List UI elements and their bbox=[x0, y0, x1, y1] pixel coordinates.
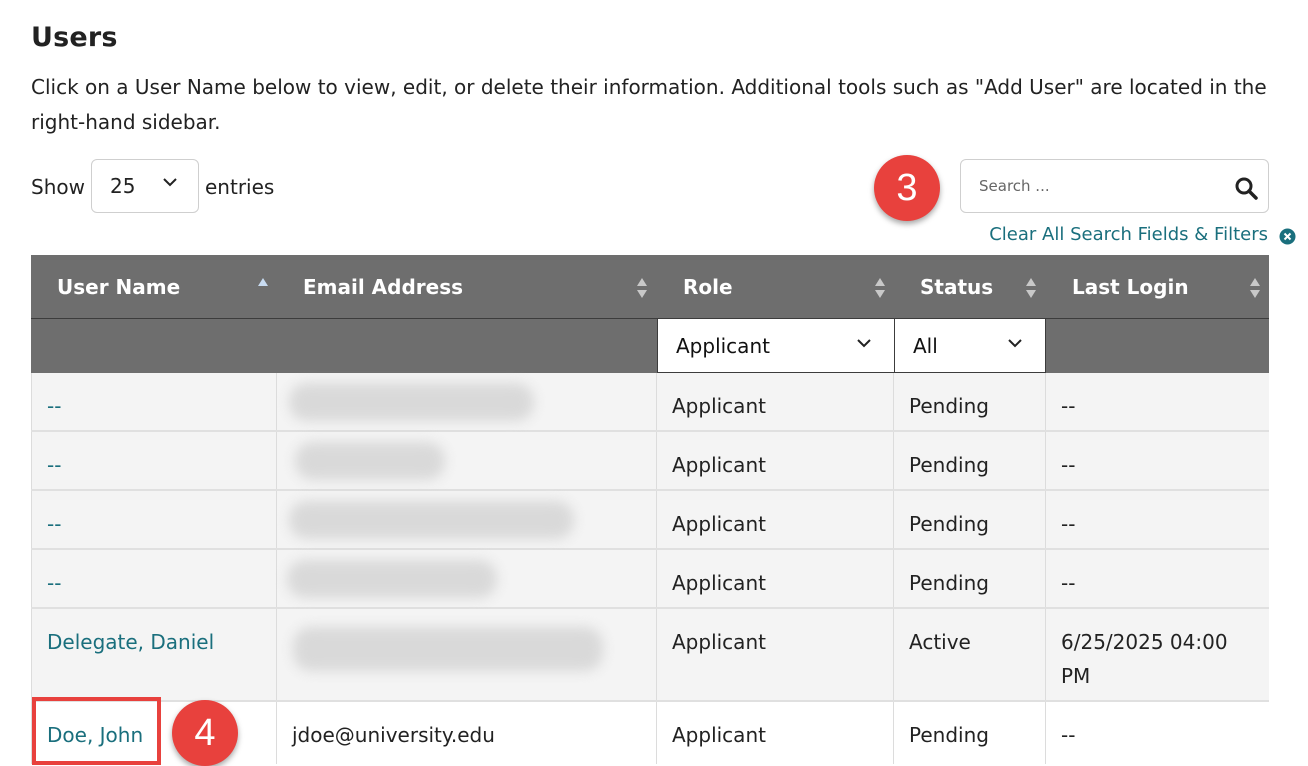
user-name-link[interactable]: -- bbox=[47, 571, 61, 595]
user-name-cell: Delegate, Daniel bbox=[31, 609, 276, 700]
redacted-email bbox=[293, 627, 603, 671]
search-input[interactable] bbox=[977, 174, 1227, 198]
highlight-callout bbox=[32, 697, 161, 765]
redacted-email bbox=[289, 383, 534, 421]
search-icon[interactable] bbox=[1234, 176, 1258, 200]
table-row: -- Applicant Pending -- bbox=[31, 373, 1269, 432]
email-cell: jdoe@university.edu bbox=[276, 702, 656, 764]
clear-filters-link[interactable]: Clear All Search Fields & Filters bbox=[989, 224, 1296, 245]
status-filter-select[interactable]: All bbox=[894, 319, 1046, 373]
user-name-cell: -- bbox=[31, 491, 276, 548]
table-row: -- Applicant Pending -- bbox=[31, 550, 1269, 609]
user-name-link[interactable]: -- bbox=[47, 512, 61, 536]
status-cell: Pending bbox=[893, 550, 1045, 607]
email-cell bbox=[276, 550, 656, 607]
table-header: User Name Email Address Role Status Last… bbox=[31, 255, 1269, 319]
status-filter-value: All bbox=[913, 333, 938, 358]
role-cell: Applicant bbox=[656, 550, 893, 607]
status-cell: Pending bbox=[893, 432, 1045, 489]
sort-icon bbox=[875, 278, 885, 298]
status-cell: Active bbox=[893, 609, 1045, 700]
role-filter-value: Applicant bbox=[676, 333, 770, 358]
last-login-cell: -- bbox=[1045, 491, 1269, 548]
column-header-label: Last Login bbox=[1072, 275, 1189, 299]
user-name-cell: -- bbox=[31, 550, 276, 607]
show-label: Show bbox=[31, 175, 85, 199]
status-cell: Pending bbox=[893, 491, 1045, 548]
user-name-link[interactable]: Delegate, Daniel bbox=[47, 630, 214, 654]
status-cell: Pending bbox=[893, 373, 1045, 430]
column-header-status[interactable]: Status bbox=[920, 255, 993, 319]
email-cell bbox=[276, 432, 656, 489]
user-name-link[interactable]: -- bbox=[47, 394, 61, 418]
table-row: -- Applicant Pending -- bbox=[31, 491, 1269, 550]
email-cell bbox=[276, 491, 656, 548]
page-intro: Click on a User Name below to view, edit… bbox=[31, 75, 1267, 134]
table-row: Delegate, Daniel Applicant Active 6/25/2… bbox=[31, 609, 1269, 702]
users-table: User Name Email Address Role Status Last… bbox=[31, 255, 1269, 764]
last-login-cell: -- bbox=[1045, 550, 1269, 607]
column-header-role[interactable]: Role bbox=[683, 255, 733, 319]
page-size-select[interactable]: 25 bbox=[91, 159, 199, 213]
last-login-cell: 6/25/2025 04:00 PM bbox=[1045, 609, 1269, 700]
page-title: Users bbox=[31, 22, 118, 53]
last-login-cell: -- bbox=[1045, 432, 1269, 489]
role-cell: Applicant bbox=[656, 491, 893, 548]
search-box[interactable] bbox=[960, 159, 1269, 213]
redacted-email bbox=[287, 560, 497, 598]
column-header-label: User Name bbox=[57, 275, 181, 299]
user-name-cell: -- bbox=[31, 373, 276, 430]
table-row: -- Applicant Pending -- bbox=[31, 432, 1269, 491]
page-size-value: 25 bbox=[110, 174, 136, 198]
role-cell: Applicant bbox=[656, 432, 893, 489]
entries-label: entries bbox=[205, 175, 275, 199]
user-name-cell: -- bbox=[31, 432, 276, 489]
sort-icon bbox=[637, 278, 647, 298]
column-header-user-name[interactable]: User Name bbox=[57, 255, 180, 319]
redacted-email bbox=[295, 442, 445, 480]
chevron-down-icon bbox=[1008, 339, 1022, 348]
role-filter-select[interactable]: Applicant bbox=[657, 319, 895, 373]
filter-row: Applicant All bbox=[31, 319, 1269, 373]
close-circle-icon bbox=[1279, 228, 1296, 245]
step-badge-4: 4 bbox=[172, 700, 238, 766]
role-cell: Applicant bbox=[656, 373, 893, 430]
column-header-label: Status bbox=[920, 275, 994, 299]
last-login-cell: -- bbox=[1045, 702, 1269, 764]
column-header-label: Email Address bbox=[303, 275, 464, 299]
role-cell: Applicant bbox=[656, 609, 893, 700]
last-login-cell: -- bbox=[1045, 373, 1269, 430]
redacted-email bbox=[289, 501, 574, 539]
column-header-label: Role bbox=[683, 275, 733, 299]
chevron-down-icon bbox=[857, 339, 871, 348]
step-badge-3: 3 bbox=[874, 155, 940, 221]
sort-icon bbox=[1026, 278, 1036, 298]
column-header-last-login[interactable]: Last Login bbox=[1072, 255, 1189, 319]
chevron-down-icon bbox=[163, 178, 177, 187]
email-cell bbox=[276, 609, 656, 700]
column-header-email[interactable]: Email Address bbox=[303, 255, 463, 319]
role-cell: Applicant bbox=[656, 702, 893, 764]
status-cell: Pending bbox=[893, 702, 1045, 764]
sort-asc-icon bbox=[258, 278, 268, 286]
clear-filters-label: Clear All Search Fields & Filters bbox=[989, 224, 1268, 245]
sort-icon bbox=[1250, 278, 1260, 298]
email-cell bbox=[276, 373, 656, 430]
user-name-link[interactable]: -- bbox=[47, 453, 61, 477]
